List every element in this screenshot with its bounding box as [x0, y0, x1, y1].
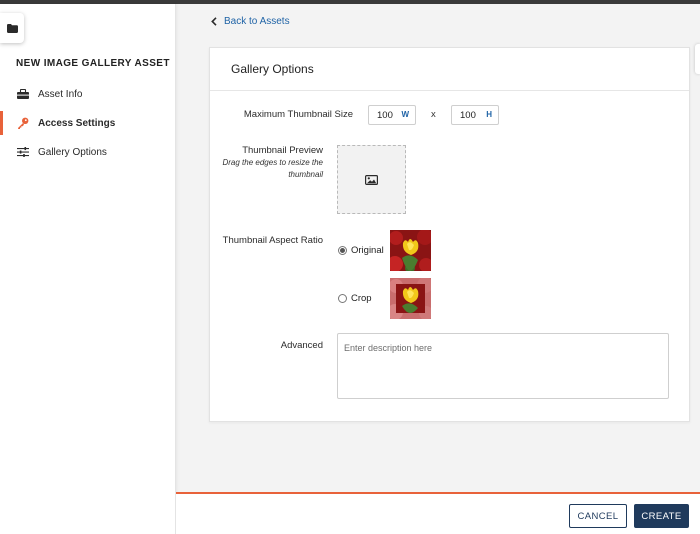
aspect-original-radio[interactable]: Original — [338, 245, 384, 256]
preview-hint: Drag the edges to resize the thumbnail — [222, 158, 323, 179]
thumbnail-preview-label: Thumbnail Preview Drag the edges to resi… — [210, 145, 323, 181]
max-thumbnail-size-label: Maximum Thumbnail Size — [243, 109, 353, 120]
crop-thumbnail-image — [390, 278, 431, 319]
height-value: 100 — [460, 109, 476, 121]
width-value: 100 — [377, 109, 393, 121]
thumbnail-width-input[interactable]: 100 W — [368, 105, 416, 125]
toolbox-icon — [16, 87, 30, 101]
chevron-left-icon — [211, 17, 217, 26]
image-icon — [365, 174, 378, 185]
original-thumbnail-image — [390, 230, 431, 271]
card-title: Gallery Options — [210, 48, 689, 91]
sidebar-item-asset-info[interactable]: Asset Info — [0, 82, 176, 106]
sidebar-item-label: Gallery Options — [38, 146, 107, 158]
key-icon — [16, 116, 30, 130]
footer-bar: CANCEL CREATE — [176, 492, 700, 534]
sidebar-item-label: Access Settings — [38, 117, 116, 129]
back-to-assets-link[interactable]: Back to Assets — [211, 16, 290, 27]
sidebar-item-gallery-options[interactable]: Gallery Options — [0, 140, 176, 164]
radio-label: Crop — [351, 293, 372, 304]
side-panel-tab[interactable] — [695, 44, 700, 74]
sidebar-item-label: Asset Info — [38, 88, 83, 100]
sidebar: NEW IMAGE GALLERY ASSET Asset Info Acces… — [0, 4, 176, 534]
thumbnail-height-input[interactable]: 100 H — [451, 105, 499, 125]
thumbnail-preview-box[interactable] — [337, 145, 406, 214]
folder-button[interactable] — [0, 13, 24, 43]
width-unit: W — [401, 110, 409, 119]
radio-button[interactable] — [338, 246, 347, 255]
back-link-label: Back to Assets — [224, 16, 290, 27]
radio-button[interactable] — [338, 294, 347, 303]
aspect-ratio-label: Thumbnail Aspect Ratio — [222, 235, 323, 246]
sidebar-item-access-settings[interactable]: Access Settings — [0, 111, 176, 135]
description-textarea[interactable]: Enter description here — [337, 333, 669, 399]
create-button[interactable]: CREATE — [634, 504, 689, 528]
folder-icon — [6, 23, 18, 33]
preview-title: Thumbnail Preview — [242, 145, 323, 156]
size-separator: x — [431, 109, 436, 120]
cancel-button[interactable]: CANCEL — [569, 504, 627, 528]
advanced-label: Advanced — [280, 340, 323, 351]
sidebar-title: NEW IMAGE GALLERY ASSET — [16, 58, 170, 69]
radio-label: Original — [351, 245, 384, 256]
height-unit: H — [486, 110, 492, 119]
aspect-crop-radio[interactable]: Crop — [338, 293, 372, 304]
gallery-options-card: Gallery Options Maximum Thumbnail Size 1… — [209, 47, 690, 422]
sliders-icon — [16, 145, 30, 159]
